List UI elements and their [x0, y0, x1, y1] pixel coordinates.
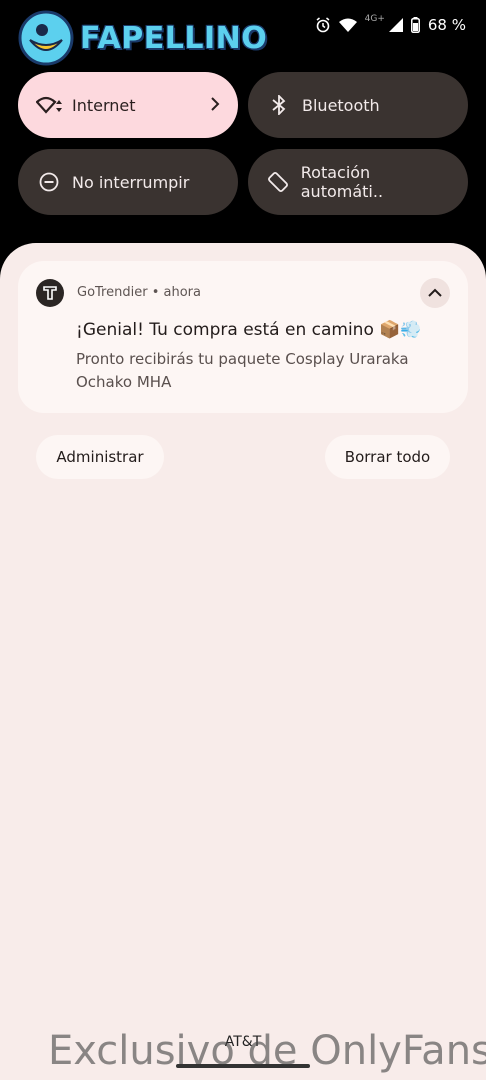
alarm-icon	[316, 17, 330, 33]
manage-button[interactable]: Administrar	[36, 435, 164, 479]
network-type: 4G+	[364, 14, 385, 24]
chevron-right-icon	[210, 96, 220, 115]
clear-all-button[interactable]: Borrar todo	[325, 435, 450, 479]
do-not-disturb-icon	[36, 169, 62, 195]
battery-percent: 68 %	[427, 16, 466, 34]
separator: •	[151, 285, 160, 300]
logo-face-icon	[18, 10, 74, 66]
notification-header: GoTrendier • ahora	[77, 285, 201, 300]
notification-time: ahora	[163, 285, 201, 300]
tile-label: Internet	[72, 95, 136, 115]
wifi-icon	[36, 92, 62, 118]
battery-icon	[410, 17, 420, 33]
chevron-up-icon	[428, 288, 442, 297]
tile-do-not-disturb[interactable]: No interrumpir	[18, 149, 238, 215]
tile-label: No interrumpir	[72, 172, 190, 192]
gotrendier-app-icon	[36, 279, 64, 307]
bluetooth-icon	[266, 92, 292, 118]
tile-label: Bluetooth	[302, 95, 380, 115]
watermark: Exclusivo de OnlyFans	[48, 1028, 486, 1074]
tile-internet[interactable]: Internet	[18, 72, 238, 138]
tile-label: Rotación automáti..	[300, 163, 384, 201]
app-logo: FAPELLINO	[18, 10, 267, 66]
signal-icon	[388, 18, 403, 32]
status-bar: 4G+ 68 %	[315, 14, 466, 34]
tile-bluetooth[interactable]: Bluetooth	[248, 72, 468, 138]
wifi-icon	[338, 18, 357, 32]
auto-rotate-icon	[266, 169, 291, 195]
app-name: GoTrendier	[77, 285, 148, 300]
notification-body: Pronto recibirás tu paquete Cosplay Urar…	[76, 350, 409, 391]
tile-auto-rotate[interactable]: Rotación automáti..	[248, 149, 468, 215]
collapse-button[interactable]	[420, 278, 450, 308]
notification-title: ¡Genial! Tu compra está en camino 📦💨	[76, 320, 422, 340]
logo-text: FAPELLINO	[80, 20, 268, 56]
